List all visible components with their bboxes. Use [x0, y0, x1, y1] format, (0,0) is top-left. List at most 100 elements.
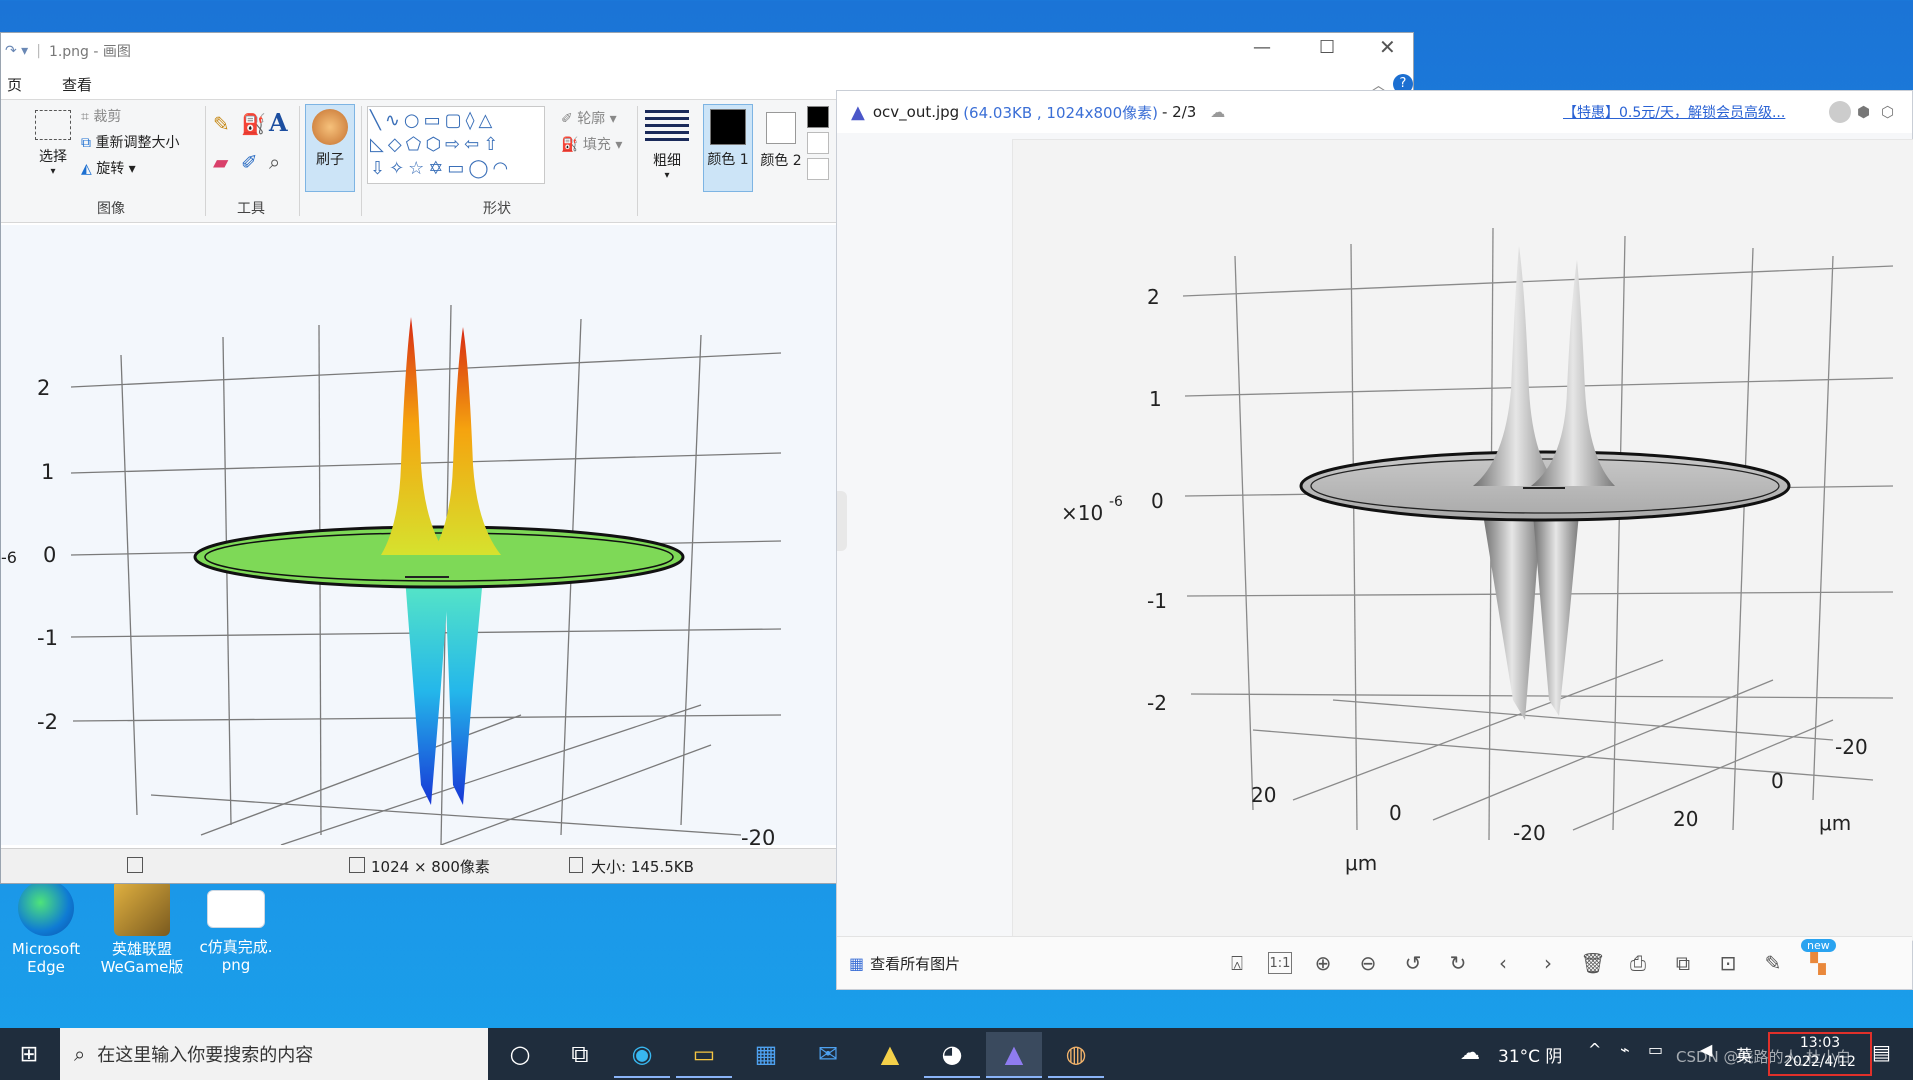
weather-icon[interactable]: ☁	[1460, 1040, 1480, 1064]
redo-icon[interactable]: ↷ ▾	[5, 43, 28, 59]
tab-home[interactable]: 页	[1, 69, 29, 99]
text-icon[interactable]: A	[269, 108, 288, 137]
side-collapse-handle[interactable]	[837, 491, 847, 551]
edit-icon[interactable]: ✎	[1759, 949, 1787, 977]
mail-icon[interactable]: ✉	[800, 1032, 856, 1076]
tray-expand-icon[interactable]: ^	[1588, 1040, 1601, 1059]
print-icon[interactable]: ⎙	[1624, 949, 1652, 977]
color2-button[interactable]: 颜色 2	[757, 104, 805, 170]
qq-icon[interactable]: ◕	[924, 1032, 980, 1078]
minimize-button[interactable]: —	[1253, 37, 1271, 58]
store-icon[interactable]: ▦	[738, 1032, 794, 1076]
outline-button[interactable]: ✐ 轮廓 ▾	[561, 108, 617, 128]
convert-icon[interactable]: ⧉	[1669, 949, 1697, 977]
pencil-icon[interactable]: ✎	[213, 112, 230, 136]
settings-icon[interactable]: ⬢	[1857, 103, 1870, 121]
app-icon[interactable]: ▲	[862, 1032, 918, 1076]
extract-icon[interactable]: ⊡	[1714, 949, 1742, 977]
image-viewer-window: ▲ ocv_out.jpg (64.03KB , 1024x800像素) - 2…	[836, 90, 1913, 990]
status-dimensions: 1024 × 800像素	[371, 858, 490, 876]
user-avatar[interactable]	[1829, 101, 1851, 123]
zoom-out-icon[interactable]: ⊖	[1354, 949, 1382, 977]
weather-text[interactable]: 31°C 阴	[1498, 1042, 1562, 1067]
start-button[interactable]: ⊞	[0, 1028, 58, 1080]
viewer-image[interactable]: 2 1 0 -1 -2 ×10 -6 20 0 -20 -20 0 20 μm …	[1012, 139, 1913, 941]
viewer-titlebar: ▲ ocv_out.jpg (64.03KB , 1024x800像素) - 2…	[837, 91, 1912, 133]
fill-button[interactable]: ⛽ 填充 ▾	[561, 134, 622, 154]
file-explorer-icon[interactable]: ▭	[676, 1032, 732, 1078]
palette-swatch-white[interactable]	[807, 132, 829, 154]
rotate-left-icon[interactable]: ↺	[1399, 949, 1427, 977]
color-picker-icon[interactable]: ✐	[241, 150, 258, 174]
eraser-icon[interactable]: ▰	[213, 150, 228, 174]
fill-bucket-icon[interactable]: ⛽	[241, 112, 266, 136]
previous-icon[interactable]: ‹	[1489, 949, 1517, 977]
battery-icon[interactable]: ▭	[1648, 1040, 1663, 1059]
outline-icon: ✐	[561, 111, 578, 127]
grayscale-surface-plot: 2 1 0 -1 -2 ×10 -6 20 0 -20 -20 0 20 μm …	[1061, 227, 1894, 875]
network-icon[interactable]: ⌁	[1620, 1040, 1630, 1059]
canvas-icon	[127, 857, 143, 873]
crop-icon: ⌗	[81, 109, 94, 125]
select-button[interactable]: 选择 ▾	[33, 110, 73, 177]
promo-link[interactable]: 【特惠】0.5元/天，解锁会员高级...	[1563, 102, 1785, 122]
z-tick-label: 0	[43, 543, 56, 567]
lower-peak-right	[1533, 514, 1579, 716]
clock[interactable]: 13:03 2022/4/12	[1768, 1032, 1872, 1076]
z-tick-label: 2	[1147, 285, 1160, 309]
resize-icon: ⧉	[81, 135, 96, 151]
zoom-in-icon[interactable]: ⊕	[1309, 949, 1337, 977]
brush-button[interactable]: 刷子	[305, 104, 355, 192]
status-filesize: 大小: 145.5KB	[591, 858, 694, 876]
colored-surface-plot: 2 1 0 -1 -2 -6 -20	[1, 304, 782, 845]
x-tick-label: -20	[741, 826, 775, 845]
resize-button[interactable]: ⧉ 重新调整大小	[81, 132, 179, 152]
z-tick-label: -1	[1147, 589, 1167, 613]
delete-icon[interactable]: 🗑	[1579, 949, 1607, 977]
search-box[interactable]: ⌕ 在这里输入你要搜索的内容	[60, 1028, 488, 1080]
fill-icon: ⛽	[561, 137, 583, 153]
group-label-tools: 工具	[237, 201, 265, 217]
cloud-upload-icon[interactable]: ☁	[1210, 103, 1225, 121]
color1-button[interactable]: 颜色 1	[703, 104, 753, 192]
upper-peak-left	[381, 317, 447, 555]
mouse-icon[interactable]: ⍓	[1223, 949, 1251, 977]
exponent-label: -6	[1, 548, 17, 567]
y-tick-label: -20	[1835, 735, 1868, 759]
edge-taskbar-icon[interactable]: ◉	[614, 1032, 670, 1078]
tab-view[interactable]: 查看	[62, 74, 92, 95]
paint-titlebar: ↷ ▾ | 1.png - 画图 — ☐ ✕	[1, 33, 1413, 69]
actual-size-icon[interactable]: 1:1	[1268, 952, 1292, 974]
paint-taskbar-icon[interactable]: ◍	[1048, 1032, 1104, 1078]
view-all-button[interactable]: 查看所有图片	[870, 953, 960, 974]
color1-swatch	[710, 109, 746, 145]
rotate-right-icon[interactable]: ↻	[1444, 949, 1472, 977]
shield-icon[interactable]: ⬡	[1881, 103, 1894, 121]
image-viewer-taskbar-icon[interactable]: ▲	[986, 1032, 1042, 1078]
viewer-filename: ocv_out.jpg	[872, 103, 960, 121]
x-tick-label: 0	[1389, 801, 1402, 825]
crop-button[interactable]: ⌗ 裁剪	[81, 106, 121, 126]
grid-icon[interactable]: ▦	[849, 954, 864, 973]
new-badge: new	[1801, 939, 1836, 952]
desktop-icon-wegame[interactable]: 英雄联盟 WeGame版	[96, 880, 188, 976]
rotate-icon: ◭	[81, 161, 97, 177]
shapes-gallery[interactable]: ╲∿○▭▢◊△ ◺◇⬠⬡⇨⇦⇧ ⇩✧☆✡▭◯◠	[367, 106, 545, 184]
task-view-icon[interactable]: ⧉	[552, 1032, 608, 1076]
brush-icon	[312, 109, 348, 145]
apps-icon[interactable]: ▚	[1804, 949, 1832, 977]
maximize-button[interactable]: ☐	[1319, 37, 1335, 58]
palette-swatch-black[interactable]	[807, 106, 829, 128]
palette-swatch-white[interactable]	[807, 158, 829, 180]
z-tick-label: -2	[37, 710, 58, 734]
notification-center-icon[interactable]: ▤	[1872, 1040, 1891, 1064]
desktop-icon-png[interactable]: c仿真完成. png	[190, 880, 282, 974]
magnifier-icon[interactable]: ⌕	[269, 150, 280, 174]
rotate-button[interactable]: ◭ 旋转 ▾	[81, 158, 136, 178]
cortana-icon[interactable]: ○	[492, 1032, 548, 1076]
size-button[interactable]: 粗细 ▾	[645, 110, 689, 181]
close-button[interactable]: ✕	[1379, 35, 1396, 59]
desktop-icon-edge[interactable]: Microsoft Edge	[0, 880, 92, 976]
upper-peak-right	[431, 327, 501, 555]
next-icon[interactable]: ›	[1534, 949, 1562, 977]
